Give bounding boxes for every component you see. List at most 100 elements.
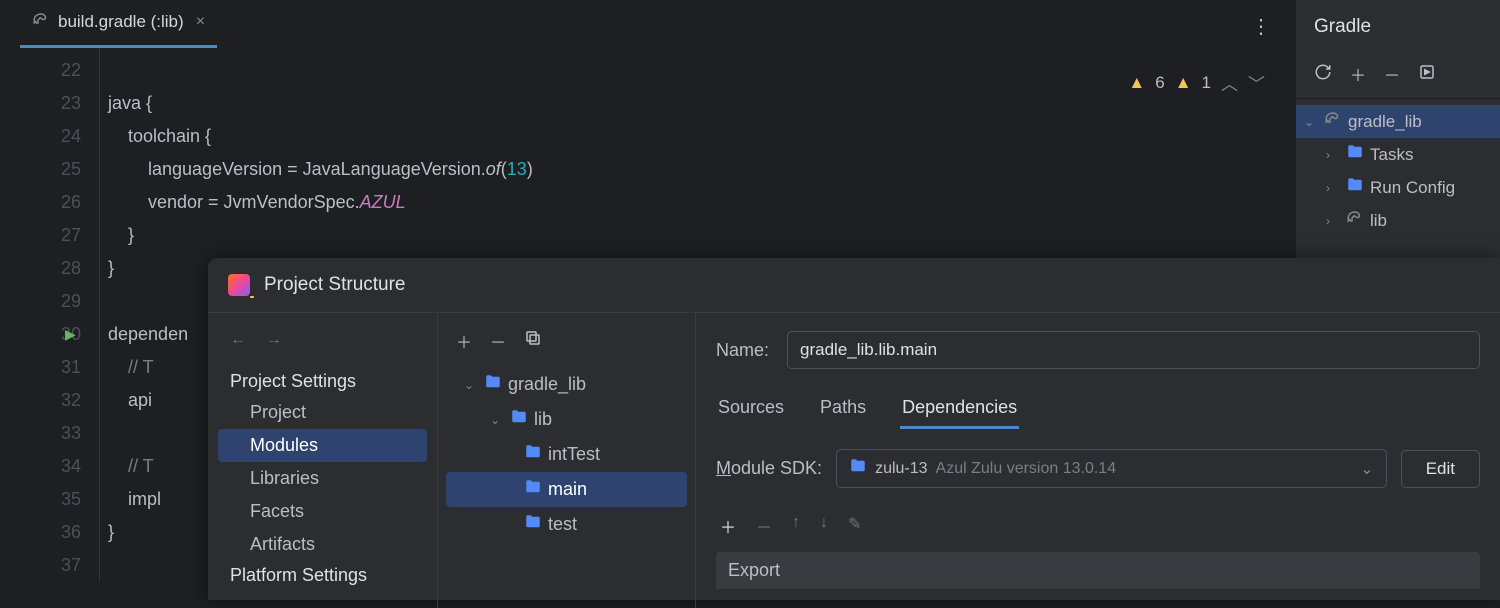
dialog-header: Project Structure <box>208 258 1500 312</box>
folder-icon <box>524 513 542 536</box>
nav-artifacts[interactable]: Artifacts <box>218 528 427 561</box>
module-tree: ＋ － ⌄ gradle_lib ⌄ lib intTest main <box>438 313 696 608</box>
code-text: api <box>108 390 152 410</box>
line-number: 34 <box>0 450 81 483</box>
sdk-dropdown[interactable]: zulu-13 Azul Zulu version 13.0.14 ⌄ <box>836 449 1387 488</box>
dependency-toolbar: ＋ － ↑ ↓ ✎ <box>716 506 1480 546</box>
code-text: dependen <box>108 324 188 344</box>
module-lib[interactable]: ⌄ lib <box>446 402 687 437</box>
code-text: } <box>108 522 114 542</box>
module-label: intTest <box>548 444 600 465</box>
code-text: of <box>486 159 501 179</box>
module-label: main <box>548 479 587 500</box>
edit-button[interactable]: Edit <box>1401 450 1480 488</box>
run-gutter-icon[interactable]: ▶ <box>65 318 76 351</box>
project-structure-dialog: Project Structure ← → Project Settings P… <box>208 258 1500 600</box>
code-text: AZUL <box>360 192 406 212</box>
sdk-label: Module SDK: <box>716 458 822 479</box>
module-name-input[interactable] <box>787 331 1480 369</box>
code-text: impl <box>108 489 161 509</box>
line-number: 26 <box>0 186 81 219</box>
line-number: 35 <box>0 483 81 516</box>
line-number: 25 <box>0 153 81 186</box>
tree-run-config[interactable]: › Run Config <box>1296 171 1500 204</box>
gradle-toolbar: ＋ － <box>1296 54 1500 99</box>
gradle-icon <box>32 11 50 34</box>
line-number: 33 <box>0 417 81 450</box>
code-text: languageVersion = JavaLanguageVersion. <box>108 159 486 179</box>
chevron-right-icon: › <box>1326 148 1340 162</box>
nav-libraries[interactable]: Libraries <box>218 462 427 495</box>
tree-tasks[interactable]: › Tasks <box>1296 138 1500 171</box>
execute-icon[interactable] <box>1418 63 1436 86</box>
module-test[interactable]: test <box>446 507 687 542</box>
back-icon[interactable]: ← <box>230 331 246 349</box>
code-text: java { <box>108 93 152 113</box>
up-icon[interactable]: ↑ <box>792 514 800 538</box>
chevron-down-icon: ⌄ <box>1360 459 1373 479</box>
code-text: } <box>108 258 114 278</box>
tab-paths[interactable]: Paths <box>818 389 868 429</box>
close-icon[interactable]: × <box>196 13 205 31</box>
folder-icon <box>484 373 502 396</box>
editor-tab-bar: build.gradle (:lib) × ⋮ <box>0 0 1295 48</box>
nav-modules[interactable]: Modules <box>218 429 427 462</box>
module-inttest[interactable]: intTest <box>446 437 687 472</box>
copy-icon[interactable] <box>524 329 542 353</box>
refresh-icon[interactable] <box>1314 63 1332 86</box>
sdk-detail: Azul Zulu version 13.0.14 <box>936 460 1117 478</box>
add-icon[interactable]: ＋ <box>1350 62 1366 86</box>
folder-icon <box>524 443 542 466</box>
more-icon[interactable]: ⋮ <box>1251 14 1271 39</box>
folder-icon <box>1346 143 1364 166</box>
tab-sources[interactable]: Sources <box>716 389 786 429</box>
gradle-title: Gradle <box>1296 0 1500 54</box>
code-text: 13 <box>507 159 527 179</box>
add-icon[interactable]: ＋ <box>456 329 472 353</box>
module-root[interactable]: ⌄ gradle_lib <box>446 367 687 402</box>
line-number: 23 <box>0 87 81 120</box>
tree-root[interactable]: ⌄ gradle_lib <box>1296 105 1500 138</box>
tab-dependencies[interactable]: Dependencies <box>900 389 1019 429</box>
editor-tab[interactable]: build.gradle (:lib) × <box>20 0 217 48</box>
nav-heading: Project Settings <box>218 367 427 396</box>
detail-tabs: Sources Paths Dependencies <box>716 389 1480 429</box>
line-number: 29 <box>0 285 81 318</box>
code-text: vendor = JvmVendorSpec. <box>108 192 360 212</box>
module-label: gradle_lib <box>508 374 586 395</box>
code-text: // T <box>108 357 154 377</box>
nav-project[interactable]: Project <box>218 396 427 429</box>
line-number: 31 <box>0 351 81 384</box>
line-number: 22 <box>0 54 81 87</box>
line-number: 37 <box>0 549 81 582</box>
edit-icon[interactable]: ✎ <box>848 514 861 538</box>
sdk-value: zulu-13 <box>875 460 927 478</box>
app-icon <box>228 274 250 296</box>
nav-heading: Platform Settings <box>218 561 427 590</box>
folder-icon <box>510 408 528 431</box>
forward-icon[interactable]: → <box>266 331 282 349</box>
folder-icon <box>524 478 542 501</box>
chevron-right-icon: › <box>1326 181 1340 195</box>
add-icon[interactable]: ＋ <box>720 514 736 538</box>
nav-facets[interactable]: Facets <box>218 495 427 528</box>
gutter: 22 23 24 25 26 27 28 29 30 31 32 33 34 3… <box>0 48 100 582</box>
chevron-right-icon: › <box>1326 214 1340 228</box>
tree-label: lib <box>1370 211 1387 231</box>
tree-lib[interactable]: › lib <box>1296 204 1500 237</box>
module-main[interactable]: main <box>446 472 687 507</box>
line-number: 28 <box>0 252 81 285</box>
gradle-tree: ⌄ gradle_lib › Tasks › Run Config › lib <box>1296 99 1500 243</box>
dialog-body: ← → Project Settings Project Modules Lib… <box>208 312 1500 608</box>
chevron-down-icon: ⌄ <box>464 378 478 392</box>
export-column-header: Export <box>716 552 1480 589</box>
gradle-icon <box>1324 110 1342 133</box>
tree-label: gradle_lib <box>1348 112 1422 132</box>
remove-icon[interactable]: － <box>756 514 772 538</box>
line-number: 32 <box>0 384 81 417</box>
remove-icon[interactable]: － <box>490 329 506 353</box>
dialog-title: Project Structure <box>264 274 406 296</box>
down-icon[interactable]: ↓ <box>820 514 828 538</box>
remove-icon[interactable]: － <box>1384 62 1400 86</box>
folder-icon <box>1346 176 1364 199</box>
